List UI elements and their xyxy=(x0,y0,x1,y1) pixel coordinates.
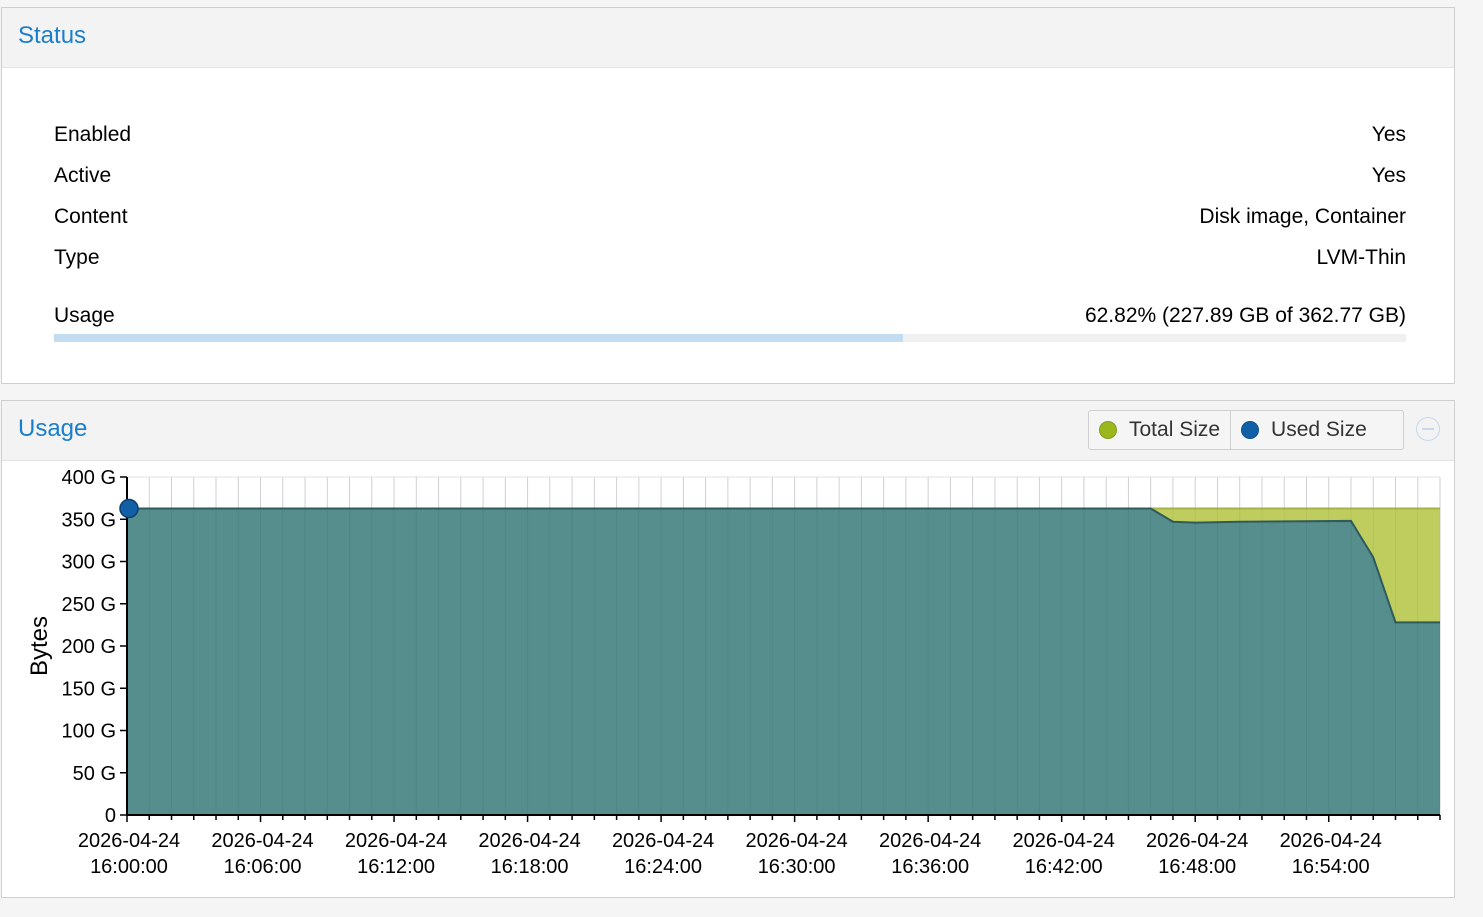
x-tick-label-date: 2026-04-24 xyxy=(478,830,580,852)
x-tick-label-time: 16:18:00 xyxy=(491,856,569,878)
status-panel: Status Enabled Yes Active Yes Content Di… xyxy=(1,7,1455,384)
used-size-dot-icon xyxy=(1241,421,1260,439)
y-tick-label: 100 G xyxy=(62,721,116,743)
status-value: Disk image, Container xyxy=(1199,205,1406,228)
x-tick-label-date: 2026-04-24 xyxy=(745,830,847,852)
x-tick-label-date: 2026-04-24 xyxy=(879,830,981,852)
legend-label: Used Size xyxy=(1271,418,1367,441)
y-tick-label: 0 xyxy=(105,805,116,827)
status-value: Yes xyxy=(1371,164,1406,187)
legend-label: Total Size xyxy=(1129,418,1221,441)
usage-progress-fill xyxy=(54,334,904,342)
legend-item-used-size[interactable]: Used Size xyxy=(1230,411,1377,449)
y-tick-label: 150 G xyxy=(62,678,116,700)
usage-value: 62.82% (227.89 GB of 362.77 GB) xyxy=(1084,304,1406,327)
total-size-dot-icon xyxy=(1099,421,1117,439)
x-tick-label-time: 16:30:00 xyxy=(758,856,836,878)
y-tick-label: 50 G xyxy=(73,763,116,785)
x-tick-label-date: 2026-04-24 xyxy=(345,830,447,852)
y-tick-label: 350 G xyxy=(62,509,116,531)
x-tick-label-date: 2026-04-24 xyxy=(78,830,180,852)
x-tick-label-time: 16:00:00 xyxy=(90,856,168,878)
usage-panel-title: Usage xyxy=(18,415,88,442)
status-row-usage: Usage 62.82% (227.89 GB of 362.77 GB) xyxy=(54,301,1406,331)
x-tick-label-date: 2026-04-24 xyxy=(211,830,313,852)
status-label: Active xyxy=(54,164,112,187)
x-tick-label-date: 2026-04-24 xyxy=(1280,830,1382,852)
usage-chart-panel: Usage Total Size Used Size 0 50 G 100 G 150… xyxy=(1,400,1455,898)
usage-chart: 0 50 G 100 G 150 G 200 G 250 G 300 G 350 G 400 G… xyxy=(26,467,1441,878)
y-tick-label: 250 G xyxy=(62,594,116,616)
y-tick-label: 200 G xyxy=(62,636,116,658)
x-tick-label-date: 2026-04-24 xyxy=(1146,830,1248,852)
status-panel-header: Status xyxy=(2,8,1454,68)
usage-label: Usage xyxy=(54,304,115,327)
x-tick-label-time: 16:06:00 xyxy=(224,856,302,878)
status-label: Enabled xyxy=(54,123,132,146)
usage-panel-header: Usage Total Size Used Size xyxy=(2,401,1454,461)
status-panel-title: Status xyxy=(18,22,87,49)
legend-item-total-size[interactable]: Total Size xyxy=(1089,411,1230,449)
chart-legend: Total Size Used Size xyxy=(1088,410,1404,450)
collapse-icon[interactable] xyxy=(1416,417,1440,441)
status-row-active: Active Yes xyxy=(54,161,1406,191)
status-label: Type xyxy=(54,246,100,269)
usage-progress-bar xyxy=(54,334,1406,342)
y-axis-label: Bytes xyxy=(26,616,53,676)
x-tick-label-date: 2026-04-24 xyxy=(1013,830,1115,852)
x-tick-label-time: 16:36:00 xyxy=(891,856,969,878)
status-row-type: Type LVM-Thin xyxy=(54,243,1406,273)
status-value: Yes xyxy=(1371,123,1406,146)
x-tick-label-date: 2026-04-24 xyxy=(612,830,714,852)
x-tick-label-time: 16:48:00 xyxy=(1158,856,1236,878)
status-row-content: Content Disk image, Container xyxy=(54,202,1406,232)
x-tick-label-time: 16:24:00 xyxy=(624,856,702,878)
x-tick-label-time: 16:42:00 xyxy=(1025,856,1103,878)
x-tick-label-time: 16:12:00 xyxy=(357,856,435,878)
y-tick-label: 400 G xyxy=(62,467,116,489)
status-value: LVM-Thin xyxy=(1316,246,1406,269)
area-used-size xyxy=(127,508,1440,815)
y-tick-label: 300 G xyxy=(62,552,116,574)
x-tick-label-time: 16:54:00 xyxy=(1292,856,1370,878)
status-row-enabled: Enabled Yes xyxy=(54,120,1406,150)
status-label: Content xyxy=(54,205,128,228)
hover-marker xyxy=(119,498,139,519)
